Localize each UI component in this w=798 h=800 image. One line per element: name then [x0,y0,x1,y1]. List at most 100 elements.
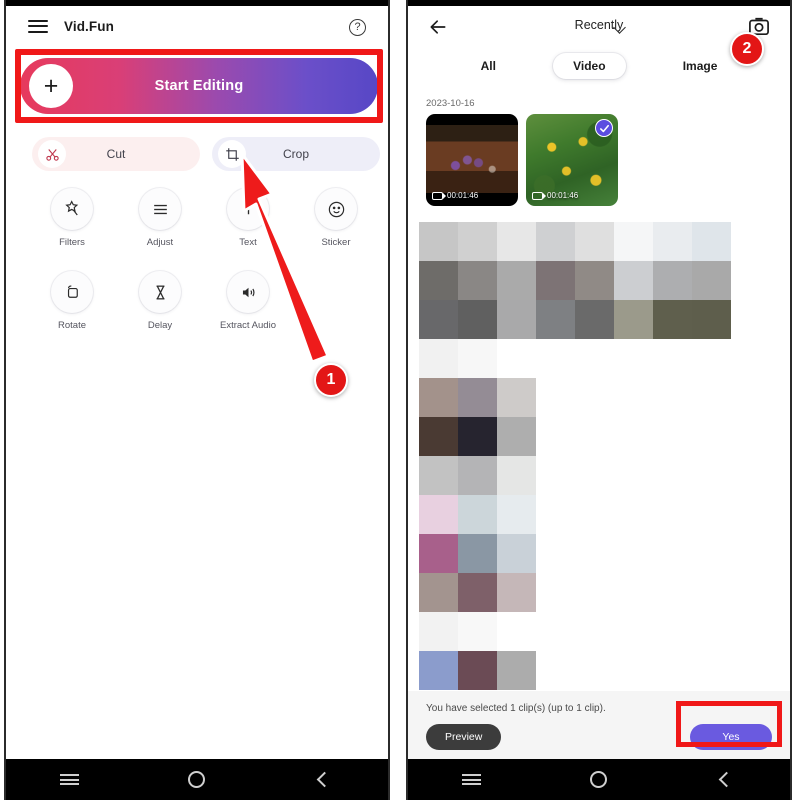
speaker-icon [227,271,269,313]
tab-image[interactable]: Image [663,53,738,79]
mosaic-row [419,378,731,417]
mosaic-cell [575,300,614,339]
mosaic-row [419,573,731,612]
blurred-gallery-mosaic [419,222,731,690]
smiley-icon [315,188,357,230]
tool-text[interactable]: Text [204,188,292,248]
mosaic-row [419,339,731,378]
left-android-navbar [6,759,388,800]
help-icon[interactable]: ? [349,19,366,36]
sliders-icon [139,188,181,230]
mosaic-cell [497,261,536,300]
confirm-yes-button[interactable]: Yes [690,724,772,750]
left-phone-screen: Vid.Fun ? + Start Editing Cut Crop Filte… [6,6,388,759]
start-editing-label: Start Editing [154,78,244,94]
mosaic-row [419,651,731,690]
mosaic-row [419,612,731,651]
mosaic-cell [419,495,458,534]
crop-button[interactable]: Crop [212,137,380,171]
mosaic-cell [497,300,536,339]
tool-delay[interactable]: Delay [116,271,204,331]
tool-filters[interactable]: Filters [28,188,116,248]
clip-duration: 00:01:46 [547,191,579,200]
tool-label: Rotate [58,320,86,331]
mosaic-cell [536,222,575,261]
tab-video[interactable]: Video [553,53,626,79]
mosaic-row [419,534,731,573]
tool-label: Filters [59,237,85,248]
selection-status-text: You have selected 1 clip(s) (up to 1 cli… [426,703,606,714]
tool-label: Text [239,237,257,248]
mosaic-row [419,261,731,300]
tools-row-1: Filters Adjust Text Sticker [28,188,380,248]
mosaic-row [419,417,731,456]
home-circle-icon[interactable] [576,765,622,795]
scissors-icon [38,140,66,168]
right-android-navbar [408,759,790,800]
album-selector-label[interactable]: Recently [408,18,790,32]
mosaic-cell [614,300,653,339]
right-phone-panel: Recently All Video Image 2023-10-16 00:0… [406,0,792,800]
tool-extract-audio[interactable]: Extract Audio [204,271,292,331]
plus-icon: + [29,64,73,108]
mosaic-cell [419,222,458,261]
mosaic-cell [536,300,575,339]
recents-icon[interactable] [449,765,495,795]
tool-adjust[interactable]: Adjust [116,188,204,248]
start-editing-button[interactable]: + Start Editing [20,58,378,114]
right-phone-screen: Recently All Video Image 2023-10-16 00:0… [408,6,790,759]
mosaic-cell [575,222,614,261]
home-circle-icon[interactable] [174,765,220,795]
quick-action-row: Cut Crop [32,137,380,171]
mosaic-cell [497,378,536,417]
mosaic-cell [419,417,458,456]
mosaic-cell [497,222,536,261]
mosaic-cell [497,456,536,495]
hamburger-menu-icon[interactable] [28,16,48,36]
mosaic-cell [692,261,731,300]
tool-empty-slot [292,271,380,331]
mosaic-cell [614,261,653,300]
video-camera-icon [432,191,446,200]
mosaic-cell [419,378,458,417]
preview-button[interactable]: Preview [426,724,502,750]
mosaic-cell [458,417,497,456]
tool-label: Sticker [321,237,351,248]
mosaic-cell [536,261,575,300]
tool-sticker[interactable]: Sticker [292,188,380,248]
mosaic-cell [653,261,692,300]
mosaic-cell [419,456,458,495]
tool-rotate[interactable]: Rotate [28,271,116,331]
mosaic-cell [458,651,497,690]
magic-wand-icon [51,188,93,230]
clip-duration-group: 00:01:46 [432,191,478,200]
mosaic-cell [419,261,458,300]
tab-all[interactable]: All [461,53,516,79]
clip-thumbnail[interactable]: 00:01:46 [426,114,518,206]
left-app-header: Vid.Fun ? [6,6,388,46]
clip-duration-group: 00:01:46 [532,191,578,200]
mosaic-cell [458,261,497,300]
tool-label: Adjust [146,237,174,248]
back-chevron-icon[interactable] [301,765,347,795]
cut-button[interactable]: Cut [32,137,200,171]
mosaic-cell [458,378,497,417]
clip-thumbnail[interactable]: 00:01:46 [526,114,618,206]
mosaic-cell [458,456,497,495]
recents-icon[interactable] [47,765,93,795]
mosaic-cell [458,534,497,573]
left-phone-panel: Vid.Fun ? + Start Editing Cut Crop Filte… [4,0,390,800]
mosaic-row [419,495,731,534]
text-icon [227,188,269,230]
tool-label: Delay [147,320,173,331]
mosaic-cell [419,300,458,339]
selection-bottom-bar: You have selected 1 clip(s) (up to 1 cli… [408,691,790,759]
mosaic-cell [419,612,458,651]
mosaic-cell [653,300,692,339]
mosaic-cell [419,339,458,378]
app-title: Vid.Fun [64,18,114,34]
mosaic-cell [458,339,497,378]
mosaic-cell [575,261,614,300]
back-chevron-icon[interactable] [703,765,749,795]
tool-label: Extract Audio [220,320,276,331]
